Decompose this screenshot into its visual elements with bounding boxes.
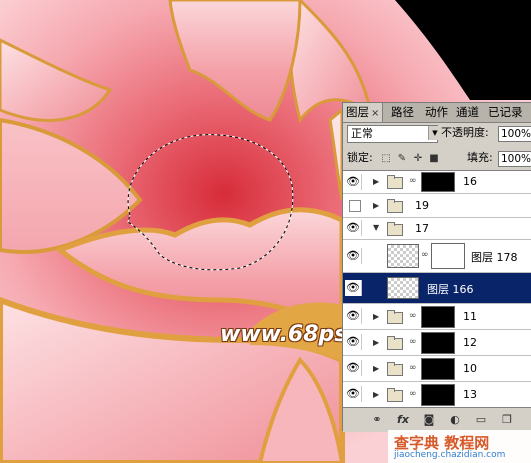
layers-list: 👁 ▶ ∞ 16 ▶ 19 👁 ▼ 17 👁 ∞ 图层 178 👁 图层 166… (343, 170, 531, 407)
layer-row-10[interactable]: 👁 ▶ ∞ 10 (343, 356, 531, 382)
chain-icon: ∞ (421, 250, 429, 260)
tab-channels[interactable]: 通道 (456, 103, 479, 122)
tab-history[interactable]: 已记录 (488, 103, 523, 122)
lock-all-icon[interactable]: ■ (427, 152, 441, 166)
layer-name: 图层 166 (427, 283, 474, 296)
eye-icon[interactable]: 👁 (345, 220, 362, 236)
blend-mode-value: 正常 (351, 127, 373, 140)
layer-row-178[interactable]: 👁 ∞ 图层 178 (343, 240, 531, 273)
photoshop-workspace: www.68ps.com 图层 × 路径 动作 通道 已记录 正常 ▼ 不透明度:… (0, 0, 531, 463)
layer-name: 10 (463, 362, 477, 375)
lock-icons: ⬚ ✎ ✛ ■ (379, 151, 443, 165)
bottom-watermark: 查字典 教程网 jiaocheng.chazidian.com (388, 430, 531, 463)
panel-bottom-toolbar: ⚭ fx ◙ ◐ ▭ ❐ (343, 407, 531, 432)
layer-name: 17 (415, 222, 429, 235)
folder-icon (387, 199, 403, 213)
eye-icon[interactable]: 👁 (345, 334, 362, 350)
fill-field[interactable]: 100% (498, 151, 531, 167)
opacity-field[interactable]: 100% (498, 126, 531, 142)
eye-icon[interactable]: 👁 (345, 248, 362, 264)
hidden-eye-box[interactable] (349, 200, 361, 212)
group-mask-thumbnail[interactable] (421, 358, 455, 380)
fill-label: 填充: (467, 151, 493, 164)
watermark-url-text: jiaocheng.chazidian.com (394, 450, 506, 460)
fx-icon[interactable]: fx (395, 412, 411, 428)
eye-icon[interactable]: 👁 (345, 174, 362, 190)
layer-thumbnail[interactable] (387, 277, 419, 299)
tab-paths[interactable]: 路径 (391, 103, 414, 122)
lock-transparent-icon[interactable]: ⬚ (379, 152, 393, 166)
chain-icon: ∞ (409, 389, 417, 399)
blend-mode-select[interactable]: 正常 (347, 125, 438, 143)
expand-triangle-icon[interactable]: ▶ (373, 338, 379, 347)
expand-triangle-icon[interactable]: ▶ (373, 312, 379, 321)
folder-icon (387, 175, 403, 189)
mask-icon[interactable]: ◙ (421, 412, 437, 428)
layer-row-166-selected[interactable]: 👁 图层 166 (343, 273, 531, 304)
group-mask-thumbnail[interactable] (421, 384, 455, 406)
folder-icon (387, 362, 403, 376)
layer-name: 12 (463, 336, 477, 349)
folder-icon (387, 222, 403, 236)
folder-icon (387, 310, 403, 324)
close-icon[interactable]: × (371, 108, 379, 119)
group-mask-thumbnail[interactable] (421, 172, 455, 192)
lock-label: 锁定: (347, 151, 373, 164)
lock-position-icon[interactable]: ✛ (411, 152, 425, 166)
eye-icon[interactable]: 👁 (345, 280, 362, 296)
tab-layers-label: 图层 (346, 105, 369, 119)
layer-name: 图层 178 (471, 251, 518, 264)
layer-row-16[interactable]: 👁 ▶ ∞ 16 (343, 171, 531, 194)
tab-layers[interactable]: 图层 × (343, 103, 384, 122)
expand-triangle-icon[interactable]: ▶ (373, 201, 379, 210)
layer-name: 13 (463, 388, 477, 401)
chain-icon: ∞ (409, 337, 417, 347)
link-icon[interactable]: ⚭ (369, 412, 385, 428)
layer-row-17[interactable]: 👁 ▼ 17 (343, 218, 531, 240)
eye-icon[interactable]: 👁 (345, 360, 362, 376)
layer-row-11[interactable]: 👁 ▶ ∞ 11 (343, 304, 531, 330)
new-layer-icon[interactable]: ❐ (499, 412, 515, 428)
opacity-label: 不透明度: (441, 126, 489, 139)
layer-row-19[interactable]: ▶ 19 (343, 194, 531, 218)
eye-icon[interactable]: 👁 (345, 308, 362, 324)
layer-name: 19 (415, 199, 429, 212)
expand-triangle-icon[interactable]: ▶ (373, 364, 379, 373)
group-mask-thumbnail[interactable] (421, 306, 455, 328)
folder-icon (387, 388, 403, 402)
layers-panel: 图层 × 路径 动作 通道 已记录 正常 ▼ 不透明度: 100% 锁定: ⬚ ✎ ✛… (342, 102, 531, 432)
expand-triangle-icon[interactable]: ▶ (373, 177, 379, 186)
layer-row-12[interactable]: 👁 ▶ ∞ 12 (343, 330, 531, 356)
panel-tab-bar: 图层 × 路径 动作 通道 已记录 (343, 103, 531, 123)
lock-image-icon[interactable]: ✎ (395, 152, 409, 166)
layer-thumbnail[interactable] (387, 244, 419, 268)
chevron-down-icon[interactable]: ▼ (428, 126, 441, 140)
group-mask-thumbnail[interactable] (421, 332, 455, 354)
layer-mask-thumbnail[interactable] (431, 243, 465, 269)
collapse-triangle-icon[interactable]: ▼ (373, 223, 379, 232)
chain-icon: ∞ (409, 363, 417, 373)
layer-row-13[interactable]: 👁 ▶ ∞ 13 (343, 382, 531, 407)
layer-name: 11 (463, 310, 477, 323)
adjustment-icon[interactable]: ◐ (447, 412, 463, 428)
chain-icon: ∞ (409, 311, 417, 321)
eye-icon[interactable]: 👁 (345, 386, 362, 402)
tab-actions[interactable]: 动作 (425, 103, 448, 122)
folder-icon[interactable]: ▭ (473, 412, 489, 428)
layer-name: 16 (463, 175, 477, 188)
expand-triangle-icon[interactable]: ▶ (373, 390, 379, 399)
folder-icon (387, 336, 403, 350)
chain-icon: ∞ (409, 176, 417, 186)
